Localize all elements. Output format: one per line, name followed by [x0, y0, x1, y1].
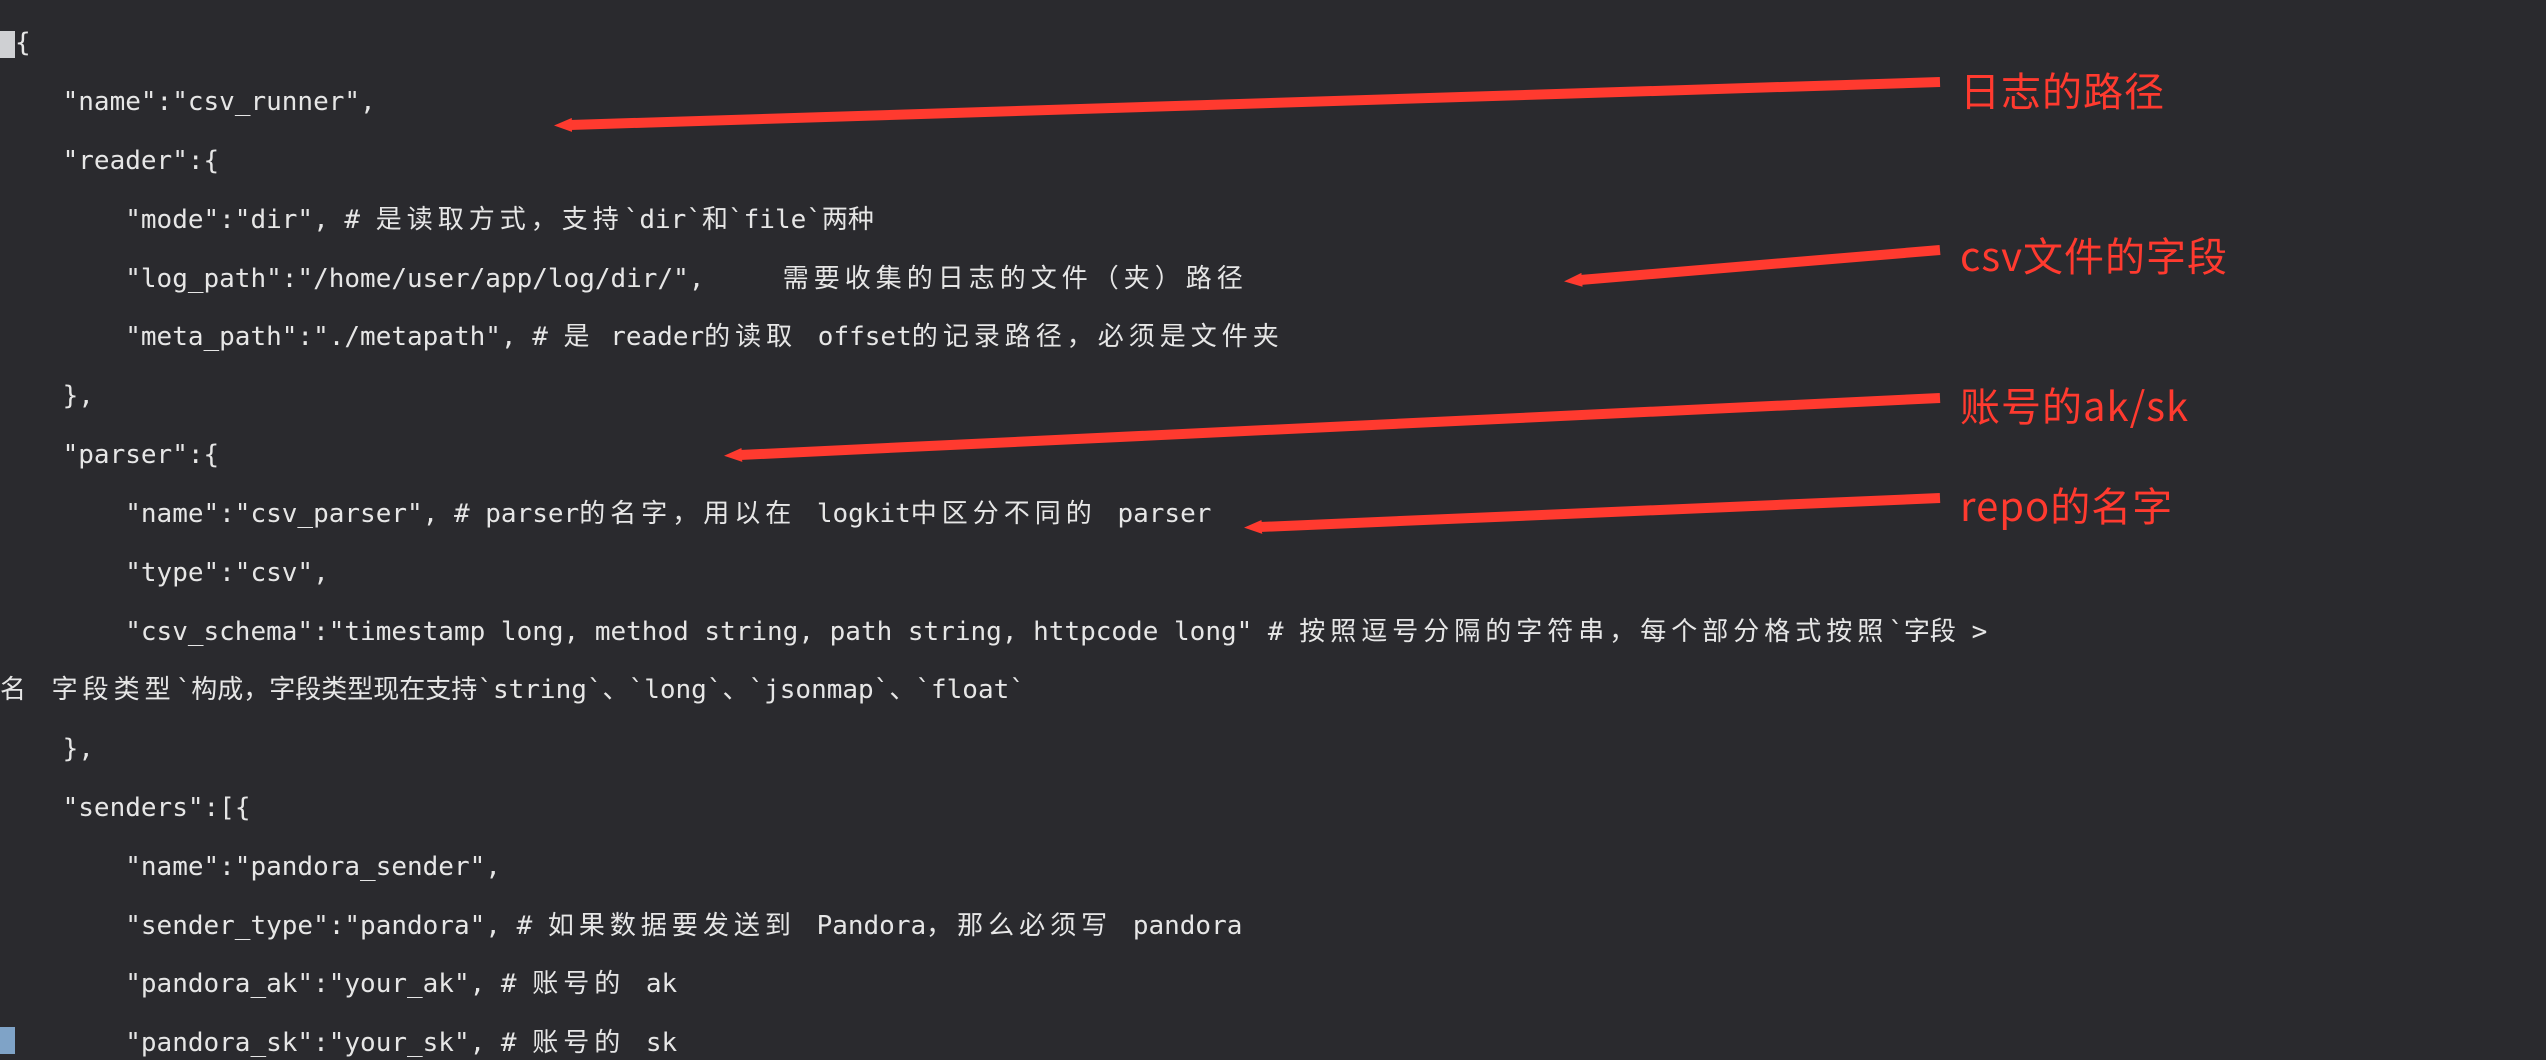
annotation-reponame: repo的名字	[1960, 475, 2173, 533]
val-ptype: :"csv",	[219, 558, 329, 588]
val-stype: :"pandora",	[329, 911, 501, 941]
val-name: :"csv_runner",	[157, 87, 376, 117]
cursor-icon	[0, 1027, 15, 1054]
annotation-csvfields: csv文件的字段	[1960, 225, 2228, 283]
reader-open: :{	[188, 146, 219, 176]
val-sk: :"your_sk",	[313, 1028, 485, 1058]
comment-sk: # 账号的 sk	[501, 1028, 677, 1058]
val-ak: :"your_ak",	[313, 969, 485, 999]
senders-open: :[{	[204, 793, 251, 823]
annotation-logpath: 日志的路径	[1960, 60, 2165, 118]
key-name: "name"	[63, 87, 157, 117]
parser-open: :{	[188, 440, 219, 470]
brace-open: {	[15, 28, 31, 58]
key-parser: "parser"	[63, 440, 188, 470]
key-senders: "senders"	[63, 793, 204, 823]
val-pname: :"csv_parser",	[219, 499, 438, 529]
reader-close: },	[63, 381, 94, 411]
val-mode: :"dir",	[219, 205, 329, 235]
comment-stype: # 如果数据要发送到 Pandora，那么必须写 pandora	[517, 911, 1243, 941]
val-sname: :"pandora_sender",	[219, 852, 501, 882]
key-sname: "name"	[125, 852, 219, 882]
key-schema: "csv_schema"	[125, 617, 313, 647]
comment-logpath: 需要收集的日志的文件（夹）路径	[783, 264, 1248, 294]
key-stype: "sender_type"	[125, 911, 329, 941]
parser-close: },	[63, 734, 94, 764]
key-ptype: "type"	[125, 558, 219, 588]
comment-mode: # 是读取方式，支持`dir`和`file`两种	[344, 205, 874, 235]
line-overflow-icon: >	[1972, 617, 1988, 647]
val-metapath: :"./metapath",	[297, 322, 516, 352]
key-ak: "pandora_ak"	[125, 969, 313, 999]
annotation-aksk: 账号的ak/sk	[1960, 375, 2189, 433]
val-schema: :"timestamp long, method string, path st…	[313, 617, 1252, 647]
key-mode: "mode"	[125, 205, 219, 235]
key-pname: "name"	[125, 499, 219, 529]
comment-ak: # 账号的 ak	[501, 969, 677, 999]
comment-metapath: # 是 reader的读取 offset的记录路径，必须是文件夹	[532, 322, 1284, 352]
key-sk: "pandora_sk"	[125, 1028, 313, 1058]
comment-schema: # 按照逗号分隔的字符串，每个部分格式按照`字段	[1252, 617, 1956, 647]
key-reader: "reader"	[63, 146, 188, 176]
key-metapath: "meta_path"	[125, 322, 297, 352]
val-logpath: :"/home/user/app/log/dir/",	[282, 264, 705, 294]
comment-schema-wrap: 名 字段类型`构成，字段类型现在支持`string`、`long`、`jsonm…	[0, 675, 1025, 705]
key-logpath: "log_path"	[125, 264, 282, 294]
comment-pname: # parser的名字，用以在 logkit中区分不同的 parser	[454, 499, 1211, 529]
